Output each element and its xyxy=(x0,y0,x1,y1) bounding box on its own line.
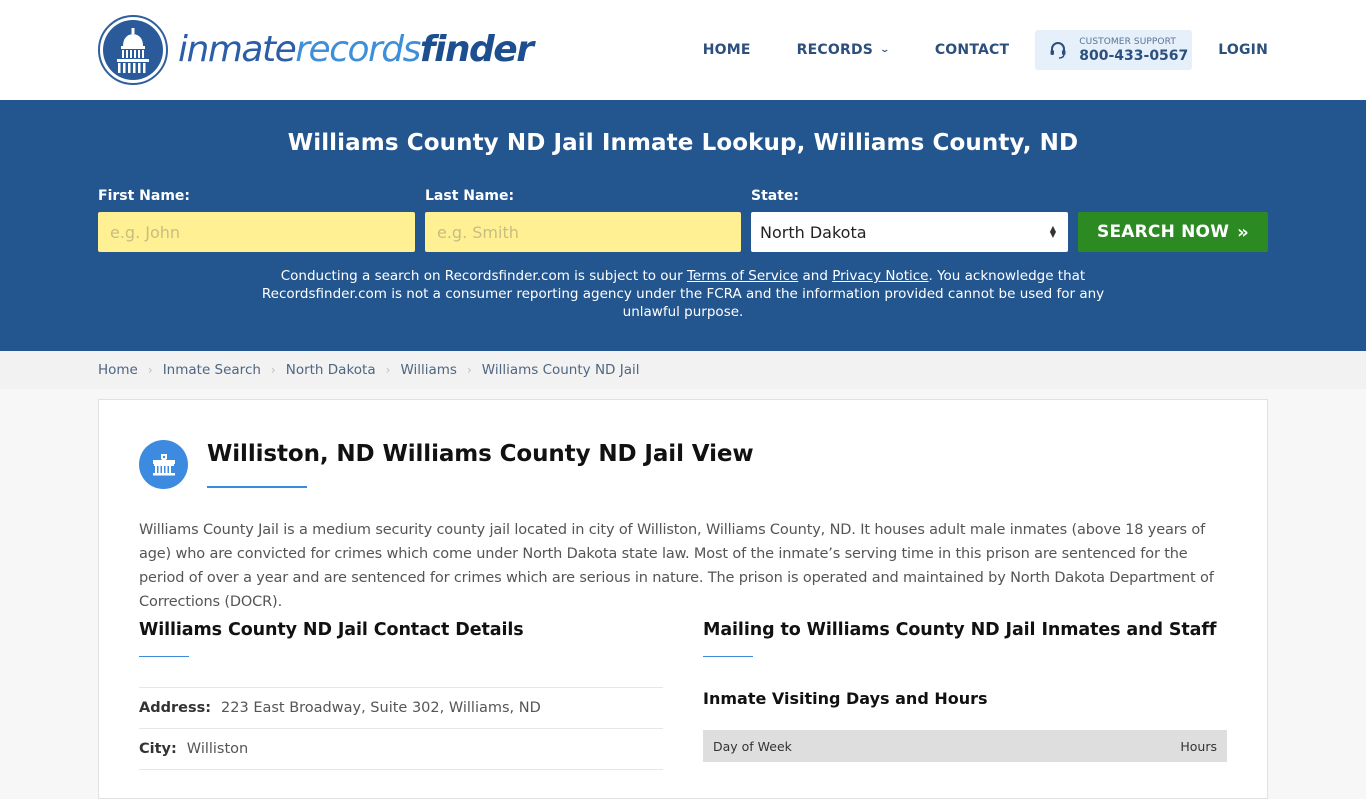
search-now-button[interactable]: SEARCH NOW » xyxy=(1078,212,1268,252)
nav-home-label: HOME xyxy=(702,42,751,58)
table-header-row: Day of Week Hours xyxy=(703,730,1227,762)
contact-details-heading: Williams County ND Jail Contact Details xyxy=(139,620,524,640)
address-key: Address: xyxy=(139,700,212,716)
customer-support-button[interactable]: CUSTOMER SUPPORT 800-433-0567 xyxy=(1035,30,1193,70)
visiting-hours-table: Day of Week Hours xyxy=(703,730,1227,762)
support-label: CUSTOMER SUPPORT xyxy=(1079,36,1176,47)
breadcrumb-current: Williams County ND Jail xyxy=(481,362,640,378)
state-label: State: xyxy=(751,188,800,204)
first-name-group: First Name: xyxy=(98,188,415,252)
contact-row-city: City: Williston xyxy=(139,729,663,770)
breadcrumb-home[interactable]: Home xyxy=(98,362,138,378)
breadcrumb-north-dakota[interactable]: North Dakota xyxy=(286,362,376,378)
breadcrumb-williams[interactable]: Williams xyxy=(400,362,457,378)
search-form: First Name: Last Name: State: North Dako… xyxy=(98,188,1268,252)
nav-login-label: LOGIN xyxy=(1218,42,1268,58)
mailing-section: Mailing to Williams County ND Jail Inmat… xyxy=(703,620,1227,762)
nav-records[interactable]: RECORDS ⌄ xyxy=(796,42,891,58)
jail-info-card: Williston, ND Williams County ND Jail Vi… xyxy=(98,399,1268,799)
jail-description: Williams County Jail is a medium securit… xyxy=(139,522,1214,610)
headset-icon xyxy=(1050,42,1066,59)
jail-view-title: Williston, ND Williams County ND Jail Vi… xyxy=(207,441,754,467)
logo-text-records: records xyxy=(295,29,421,70)
last-name-input[interactable] xyxy=(425,212,741,252)
state-select[interactable]: North Dakota ▲ ▼ xyxy=(751,212,1068,252)
select-arrows-icon: ▲ ▼ xyxy=(1049,224,1056,239)
heading-underline xyxy=(139,656,189,657)
city-value: Williston xyxy=(186,741,249,757)
column-header-day: Day of Week xyxy=(713,738,792,754)
first-name-label: First Name: xyxy=(98,188,191,204)
page-title: Williams County ND Jail Inmate Lookup, W… xyxy=(287,130,1079,156)
breadcrumb: Home › Inmate Search › North Dakota › Wi… xyxy=(0,351,1366,389)
contact-row-address: Address: 223 East Broadway, Suite 302, W… xyxy=(139,688,663,729)
chevron-down-icon: ⌄ xyxy=(879,45,891,55)
visiting-hours-heading: Inmate Visiting Days and Hours xyxy=(703,689,988,708)
chevron-right-icon: › xyxy=(385,363,391,377)
logo-wordmark: inmaterecordsfinder xyxy=(178,29,534,70)
nav-home[interactable]: HOME xyxy=(703,42,751,58)
search-band: Williams County ND Jail Inmate Lookup, W… xyxy=(0,100,1366,351)
last-name-group: Last Name: xyxy=(425,188,741,252)
support-phone: 800-433-0567 xyxy=(1079,47,1189,64)
jail-building-icon xyxy=(139,440,188,489)
mailing-heading: Mailing to Williams County ND Jail Inmat… xyxy=(703,620,1217,640)
main-nav: HOME RECORDS ⌄ CONTACT CUSTOMER SUPPORT 8… xyxy=(703,30,1268,70)
privacy-notice-link[interactable]: Privacy Notice xyxy=(832,268,928,284)
last-name-label: Last Name: xyxy=(425,188,515,204)
logo-text-inmate: inmate xyxy=(178,29,297,70)
disclaimer-text-1: Conducting a search on Recordsfinder.com… xyxy=(280,268,687,284)
terms-of-service-link[interactable]: Terms of Service xyxy=(687,268,798,284)
search-now-label: SEARCH NOW xyxy=(1097,222,1230,242)
chevron-right-icon: › xyxy=(466,363,472,377)
address-value: 223 East Broadway, Suite 302, Williams, … xyxy=(221,700,541,716)
city-key: City: xyxy=(139,741,177,757)
contact-details-list: Address: 223 East Broadway, Suite 302, W… xyxy=(139,687,663,770)
chevron-right-icon: › xyxy=(147,363,153,377)
nav-login[interactable]: LOGIN xyxy=(1218,42,1268,58)
double-chevron-right-icon: » xyxy=(1237,221,1249,243)
site-logo[interactable]: inmaterecordsfinder xyxy=(98,15,534,85)
nav-records-label: RECORDS xyxy=(796,42,874,58)
breadcrumb-inmate-search[interactable]: Inmate Search xyxy=(163,362,261,378)
state-select-value: North Dakota xyxy=(760,222,867,242)
logo-text-finder: finder xyxy=(419,29,534,70)
site-header: inmaterecordsfinder HOME RECORDS ⌄ CONTAC… xyxy=(0,0,1366,100)
state-group: State: North Dakota ▲ ▼ xyxy=(751,188,1068,252)
column-header-hours: Hours xyxy=(1180,738,1217,754)
disclaimer-text-2: and xyxy=(798,268,833,284)
first-name-input[interactable] xyxy=(98,212,415,252)
chevron-right-icon: › xyxy=(270,363,276,377)
nav-contact[interactable]: CONTACT xyxy=(935,42,1009,58)
nav-contact-label: CONTACT xyxy=(934,42,1010,58)
contact-details-section: Williams County ND Jail Contact Details … xyxy=(139,620,663,770)
heading-underline xyxy=(703,656,753,657)
title-underline xyxy=(207,486,307,488)
capitol-logo-icon xyxy=(98,15,168,85)
search-disclaimer: Conducting a search on Recordsfinder.com… xyxy=(250,267,1116,321)
